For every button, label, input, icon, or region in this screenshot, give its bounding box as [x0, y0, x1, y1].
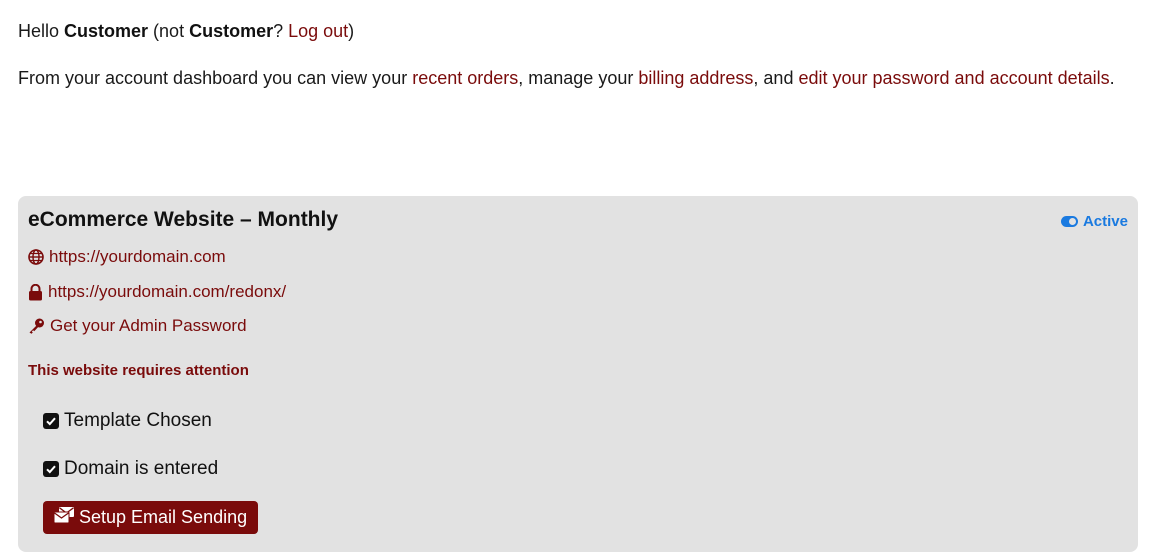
setup-email-label: Setup Email Sending	[79, 507, 248, 527]
checklist-label: Domain is entered	[64, 458, 219, 479]
checklist-item-domain: Domain is entered	[43, 458, 218, 480]
status-label: Active	[1082, 213, 1128, 230]
intro-text-2: , manage your	[518, 68, 639, 88]
recent-orders-link[interactable]: recent orders	[412, 68, 518, 88]
checklist-item-template: Template Chosen	[43, 410, 212, 432]
website-card: eCommerce Website – Monthly Active https…	[18, 196, 1138, 552]
domain-link[interactable]: https://yourdomain.com	[28, 247, 226, 267]
envelopes-icon	[53, 506, 75, 529]
greeting-username-alt: Customer	[189, 21, 274, 41]
check-square-icon	[43, 461, 59, 477]
dashboard-intro: From your account dashboard you can view…	[18, 62, 1128, 95]
billing-address-link[interactable]: billing address	[638, 68, 753, 88]
admin-password-link[interactable]: Get your Admin Password	[28, 316, 247, 336]
greeting-not-prefix: (not	[148, 21, 190, 41]
account-greeting: Hello Customer (not Customer? Log out)	[18, 18, 354, 44]
greeting-hello: Hello	[18, 21, 65, 41]
attention-notice: This website requires attention	[28, 362, 249, 379]
logout-link[interactable]: Log out	[288, 21, 348, 41]
edit-account-link[interactable]: edit your password and account details	[798, 68, 1109, 88]
globe-icon	[28, 249, 44, 265]
check-square-icon	[43, 413, 59, 429]
intro-text-1: From your account dashboard you can view…	[18, 68, 413, 88]
key-icon	[28, 318, 45, 334]
lock-icon	[28, 283, 43, 301]
status-badge: Active	[1060, 213, 1128, 230]
greeting-question: ?	[273, 21, 289, 41]
admin-link[interactable]: https://yourdomain.com/redonx/	[28, 282, 286, 302]
greeting-close: )	[348, 21, 355, 41]
domain-url: https://yourdomain.com	[49, 247, 226, 266]
checklist-label: Template Chosen	[64, 410, 212, 431]
setup-email-button[interactable]: Setup Email Sending	[43, 501, 259, 534]
intro-text-4: .	[1109, 68, 1115, 88]
admin-url: https://yourdomain.com/redonx/	[48, 282, 287, 301]
website-title: eCommerce Website – Monthly	[28, 208, 339, 231]
intro-text-3: , and	[753, 68, 799, 88]
greeting-username: Customer	[64, 21, 149, 41]
toggle-on-icon	[1060, 216, 1078, 227]
admin-password-label: Get your Admin Password	[50, 316, 247, 335]
